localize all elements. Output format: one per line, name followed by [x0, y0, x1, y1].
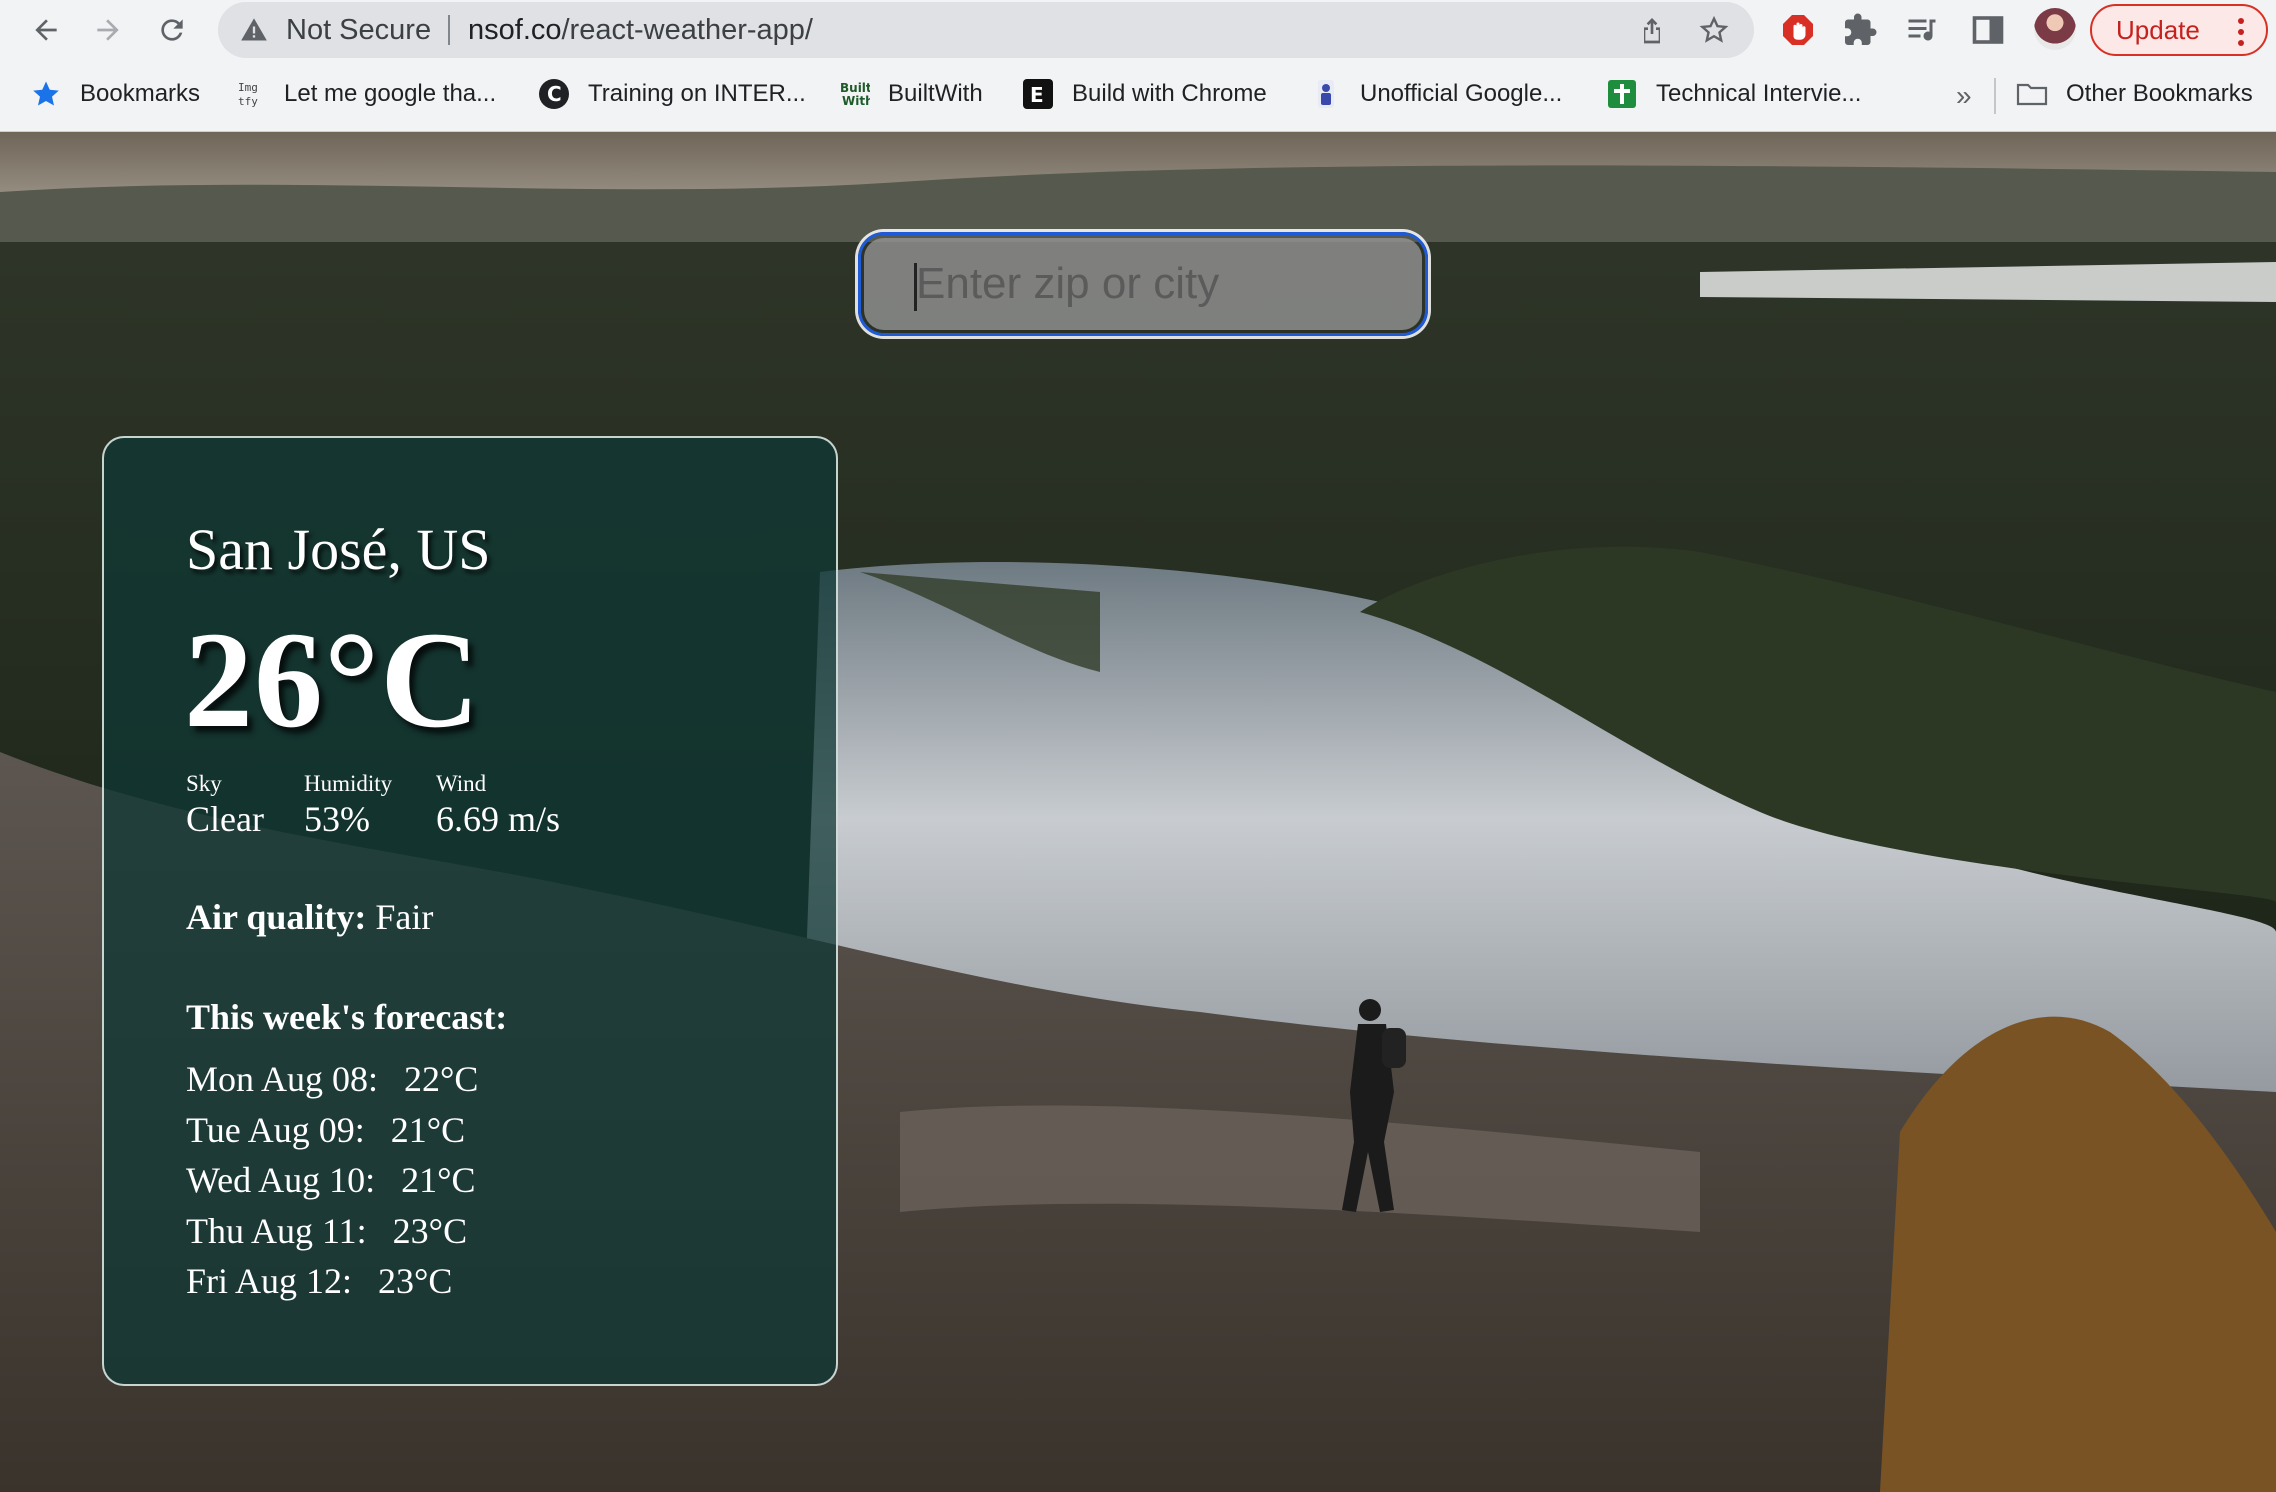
svg-text:C: C [547, 82, 562, 106]
c-logo-icon: C [538, 78, 570, 110]
stat-humidity: Humidity 53% [304, 770, 392, 840]
bookmark-builtwith[interactable]: Built With BuiltWith [838, 74, 983, 114]
bookmark-label: BuiltWith [888, 80, 983, 107]
bookmark-technical-interview[interactable]: Technical Intervie... [1606, 74, 1861, 114]
air-quality-label: Air quality: [186, 897, 367, 937]
stat-value: 53% [304, 799, 370, 839]
bookmark-unofficial-google[interactable]: Unofficial Google... [1310, 74, 1562, 114]
stat-label: Sky [186, 771, 222, 796]
forecast-day: Fri Aug 12: [186, 1261, 353, 1301]
forecast-item: Thu Aug 11: 23°C [186, 1210, 478, 1261]
bookmark-star-icon[interactable] [1698, 14, 1730, 46]
update-label: Update [2116, 14, 2200, 45]
weather-card: San José, US 26°C Sky Clear Humidity 53%… [102, 436, 838, 1386]
url-host: nsof.co [468, 14, 562, 46]
adblock-icon[interactable] [1780, 12, 1816, 48]
forward-arrow-icon [97, 19, 119, 41]
svg-text:Built: Built [840, 81, 870, 95]
forecast-list: Mon Aug 08: 22°C Tue Aug 09: 21°C Wed Aug … [186, 1058, 478, 1311]
stat-label: Wind [436, 771, 487, 796]
forecast-item: Fri Aug 12: 23°C [186, 1260, 478, 1311]
more-bookmarks-button[interactable]: » [1956, 80, 1972, 112]
forecast-temp: 23°C [378, 1261, 453, 1301]
bookmark-bookmarks[interactable]: Bookmarks [30, 74, 200, 114]
bookmark-training[interactable]: C Training on INTER... [538, 74, 806, 114]
star-icon [30, 78, 62, 110]
bookmark-label: Technical Intervie... [1656, 80, 1862, 107]
bookmark-lmgtfy[interactable]: Img tfy Let me google tha... [234, 74, 496, 114]
city-name: San José, US [186, 517, 491, 582]
air-quality-value: Fair [375, 897, 434, 937]
svg-text:Img: Img [238, 81, 258, 94]
forecast-temp: 21°C [401, 1160, 476, 1200]
e-logo-icon: E [1022, 78, 1054, 110]
forecast-temp: 23°C [392, 1210, 468, 1251]
lmgtfy-icon: Img tfy [234, 78, 266, 110]
bookmark-other-bookmarks[interactable]: Other Bookmarks [2016, 74, 2253, 114]
stat-wind: Wind 6.69 m/s [436, 770, 560, 840]
builtwith-icon: Built With [838, 78, 870, 110]
more-menu-icon [2238, 18, 2244, 46]
back-arrow-icon [35, 19, 57, 41]
forecast-day: Tue Aug 09: [186, 1109, 365, 1150]
forecast-temp: 22°C [404, 1059, 479, 1099]
side-panel-icon[interactable] [1970, 12, 2006, 48]
bookmarks-bar: Bookmarks Img tfy Let me google tha... C … [0, 60, 2276, 132]
bookmark-build-with-chrome[interactable]: E Build with Chrome [1022, 74, 1267, 114]
stat-sky: Sky Clear [186, 770, 264, 840]
extensions-puzzle-icon[interactable] [1842, 12, 1878, 48]
forecast-day: Wed Aug 10: [186, 1160, 376, 1200]
bookmark-label: Training on INTER... [588, 80, 806, 107]
address-divider [448, 15, 450, 45]
media-queue-icon[interactable] [1904, 12, 1940, 48]
svg-text:With: With [842, 94, 870, 108]
reload-icon [161, 19, 183, 41]
svg-text:E: E [1030, 83, 1044, 107]
weather-app-page: San José, US 26°C Sky Clear Humidity 53%… [0, 132, 2276, 1492]
forecast-item: Tue Aug 09: 21°C [186, 1109, 478, 1160]
bookmark-label: Bookmarks [80, 80, 201, 107]
url-text[interactable]: nsof.co/react-weather-app/ [468, 14, 813, 47]
warning-icon[interactable] [240, 16, 268, 44]
browser-toolbar: Not Secure nsof.co/react-weather-app/ Up… [0, 0, 2276, 60]
share-icon[interactable] [1636, 14, 1668, 46]
forward-button[interactable] [86, 8, 130, 52]
bookmarks-divider [1994, 78, 1996, 114]
current-temperature: 26°C [184, 603, 481, 756]
search-box [858, 232, 1428, 336]
reload-button[interactable] [150, 8, 194, 52]
bookmark-label: Build with Chrome [1072, 80, 1267, 107]
stat-value: Clear [186, 799, 264, 839]
back-button[interactable] [24, 8, 68, 52]
url-path: /react-weather-app/ [561, 14, 813, 46]
forecast-item: Mon Aug 08: 22°C [186, 1058, 478, 1109]
bookmark-label: Let me google tha... [284, 80, 497, 107]
forecast-title: This week's forecast: [186, 997, 508, 1037]
text-caret [914, 263, 917, 311]
forecast-day: Mon Aug 08: [186, 1059, 379, 1099]
svg-text:tfy: tfy [238, 95, 258, 108]
stat-value: 6.69 m/s [436, 799, 561, 839]
forecast-item: Wed Aug 10: 21°C [186, 1159, 478, 1210]
forecast-day: Thu Aug 11: [186, 1210, 367, 1251]
forecast-temp: 21°C [390, 1109, 466, 1150]
update-button[interactable]: Update [2090, 4, 2268, 56]
sheets-icon [1606, 78, 1638, 110]
folder-icon [2016, 78, 2048, 110]
bookmark-label: Other Bookmarks [2066, 80, 2253, 107]
profile-avatar[interactable] [2034, 8, 2076, 50]
bookmark-label: Unofficial Google... [1360, 80, 1563, 107]
bookmark-icon [1310, 78, 1342, 110]
air-quality: Air quality: Fair [186, 896, 433, 938]
address-bar[interactable]: Not Secure nsof.co/react-weather-app/ [218, 2, 1754, 58]
search-input[interactable] [864, 238, 1422, 330]
security-status[interactable]: Not Secure [286, 14, 431, 47]
stat-label: Humidity [304, 771, 393, 796]
